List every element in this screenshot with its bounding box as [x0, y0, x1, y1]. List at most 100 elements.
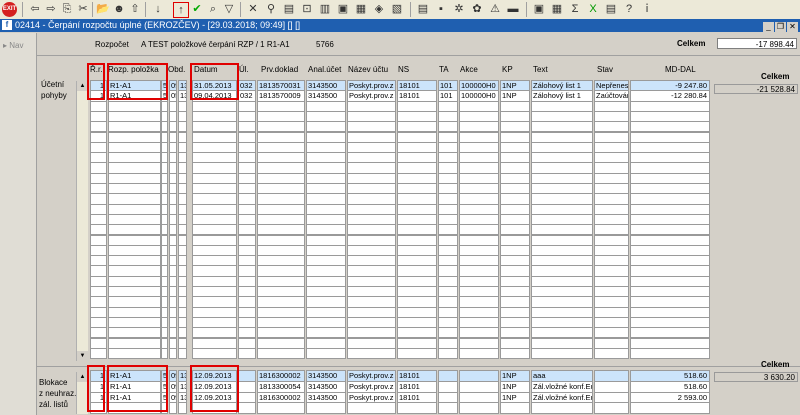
- rozpocet-label: Rozpočet: [95, 40, 129, 49]
- back-icon[interactable]: ⇦: [28, 2, 42, 16]
- table-cell[interactable]: [438, 347, 458, 360]
- info-icon[interactable]: ⅰ: [640, 2, 654, 16]
- table-cell[interactable]: [500, 402, 530, 415]
- table-cell[interactable]: [238, 347, 256, 360]
- user-icon[interactable]: ☻: [112, 2, 126, 16]
- save-icon[interactable]: ▪: [434, 2, 448, 16]
- table-cell[interactable]: [397, 402, 437, 415]
- table-cell[interactable]: [459, 402, 499, 415]
- app-icon: f: [2, 20, 12, 30]
- blokace-label-3: zál. listů: [39, 400, 68, 409]
- scroll-down-icon[interactable]: ▼: [77, 351, 88, 361]
- toolbar: EXIT ⇦ ⇨ ⎘ ✂ 📂 ☻ ⇧ ↓ ↑ ✔ ⌕ ▽ ✕ ⚲ ▤ ⊡ ▥ ▣…: [0, 0, 800, 20]
- report-icon[interactable]: ▣: [532, 2, 546, 16]
- exit-icon[interactable]: EXIT: [2, 2, 17, 17]
- highlight-polozka: [107, 63, 168, 100]
- table-cell[interactable]: [178, 402, 187, 415]
- main-panel: Rozpočet A TEST položkové čerpání RZP / …: [37, 33, 800, 415]
- column-header[interactable]: Text: [533, 65, 548, 74]
- sum-icon[interactable]: Σ: [568, 2, 582, 16]
- table-cell[interactable]: [169, 347, 177, 360]
- column-header[interactable]: Stav: [597, 65, 613, 74]
- warning-icon[interactable]: ⚠: [488, 2, 502, 16]
- export-icon[interactable]: ▣: [336, 2, 350, 16]
- table-cell[interactable]: [347, 402, 396, 415]
- table-cell[interactable]: [630, 402, 710, 415]
- table-cell[interactable]: [531, 347, 593, 360]
- table-cell[interactable]: [169, 402, 177, 415]
- help-icon[interactable]: ?: [622, 2, 636, 16]
- column-header[interactable]: Prv.doklad: [261, 65, 298, 74]
- forward-icon[interactable]: ⇨: [44, 2, 58, 16]
- blokace-celkem-label: Celkem: [761, 360, 790, 369]
- column-header[interactable]: Anal.účet: [308, 65, 341, 74]
- search-icon[interactable]: ⌕: [206, 2, 220, 16]
- ucetni-celkem-value: -21 528.84: [714, 84, 798, 94]
- toolbar-separator: [526, 2, 527, 17]
- blokace-label-1: Blokace: [39, 378, 68, 387]
- table-cell[interactable]: [306, 347, 346, 360]
- table-cell[interactable]: [192, 347, 237, 360]
- column-header[interactable]: MD-DAL: [665, 65, 696, 74]
- table-cell[interactable]: [459, 347, 499, 360]
- table-icon[interactable]: ▧: [390, 2, 404, 16]
- highlight-blokace-polozka: [107, 365, 168, 412]
- table-cell[interactable]: [238, 402, 256, 415]
- check-icon[interactable]: ✔: [190, 2, 204, 16]
- lookup-icon[interactable]: ⊡: [300, 2, 314, 16]
- copy-icon[interactable]: ⎘: [60, 2, 74, 16]
- table-cell[interactable]: [531, 402, 593, 415]
- column-header[interactable]: Název účtu: [348, 65, 388, 74]
- excel-icon[interactable]: X: [586, 2, 600, 16]
- highlight-datum: [190, 63, 239, 100]
- rozpocet-value: A TEST položkové čerpání RZP / 1 R1-A1: [141, 40, 290, 49]
- doc-icon[interactable]: ▤: [604, 2, 618, 16]
- ucetni-scrollbar[interactable]: ▲ ▼: [76, 81, 88, 361]
- column-header[interactable]: Úl.: [239, 65, 249, 74]
- table-cell[interactable]: [161, 347, 168, 360]
- flower-icon[interactable]: ✿: [470, 2, 484, 16]
- close-icon[interactable]: ✕: [787, 22, 798, 32]
- minimize-icon[interactable]: _: [763, 22, 774, 32]
- table-cell[interactable]: [630, 347, 710, 360]
- nav-button[interactable]: ▸ Nav: [3, 41, 23, 50]
- clone-icon[interactable]: ▤: [282, 2, 296, 16]
- column-header[interactable]: TA: [439, 65, 449, 74]
- restore-icon[interactable]: ❐: [775, 22, 786, 32]
- column-header[interactable]: NS: [398, 65, 409, 74]
- table-cell[interactable]: [108, 347, 161, 360]
- column-header[interactable]: Obd.: [168, 65, 185, 74]
- header-celkem-label: Celkem: [677, 39, 706, 48]
- filter-icon[interactable]: ▽: [222, 2, 236, 16]
- table-cell[interactable]: [90, 347, 107, 360]
- calendar-icon[interactable]: ▤: [416, 2, 430, 16]
- sort-ascending-icon[interactable]: ↓: [151, 2, 165, 16]
- arrow-up-icon[interactable]: ⇧: [128, 2, 142, 16]
- rozpocet-code: 5766: [316, 40, 334, 49]
- table-cell[interactable]: [397, 347, 437, 360]
- print-icon[interactable]: ▥: [318, 2, 332, 16]
- table-cell[interactable]: [347, 347, 396, 360]
- table-cell[interactable]: [594, 402, 629, 415]
- table-cell[interactable]: [500, 347, 530, 360]
- calc-icon[interactable]: ▦: [550, 2, 564, 16]
- table-cell[interactable]: [594, 347, 629, 360]
- open-folder-icon[interactable]: 📂: [96, 2, 110, 16]
- table-cell[interactable]: [257, 347, 305, 360]
- import-icon[interactable]: ▦: [354, 2, 368, 16]
- table-cell[interactable]: [438, 402, 458, 415]
- chart-icon[interactable]: ▬: [506, 2, 520, 16]
- tag-icon[interactable]: ◈: [372, 2, 386, 16]
- table-cell[interactable]: [306, 402, 346, 415]
- table-cell[interactable]: [178, 347, 187, 360]
- sort-descending-icon[interactable]: ↑: [173, 2, 189, 18]
- table-cell[interactable]: [257, 402, 305, 415]
- tools-icon[interactable]: ✕: [246, 2, 260, 16]
- plug-icon[interactable]: ⚲: [264, 2, 278, 16]
- column-header[interactable]: Akce: [460, 65, 478, 74]
- settings-icon[interactable]: ✲: [452, 2, 466, 16]
- cut-icon[interactable]: ✂: [76, 2, 90, 16]
- blokace-label-2: z neuhraz.: [39, 389, 77, 398]
- window-controls: _ ❐ ✕: [762, 20, 798, 33]
- column-header[interactable]: KP: [502, 65, 513, 74]
